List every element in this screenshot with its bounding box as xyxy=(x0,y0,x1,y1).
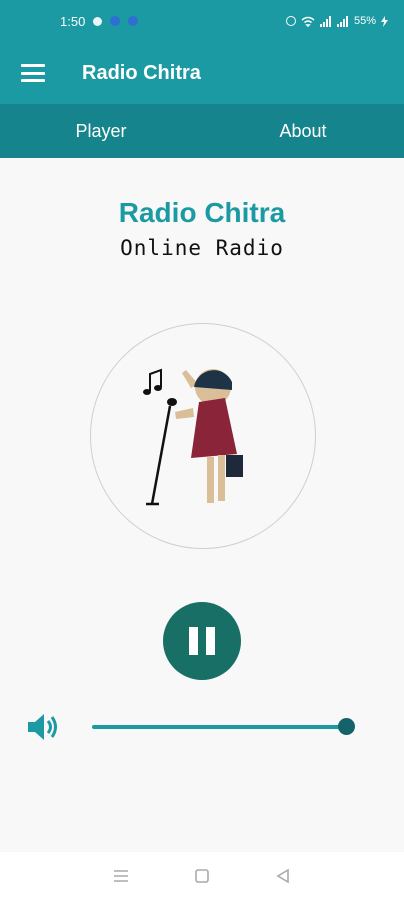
home-icon[interactable] xyxy=(192,866,212,886)
bluetooth-icon xyxy=(128,16,139,26)
recents-icon[interactable] xyxy=(111,866,131,886)
station-artwork xyxy=(90,323,316,549)
signal-icon xyxy=(319,15,331,27)
music-note-icon xyxy=(143,368,162,395)
app-title: Radio Chitra xyxy=(82,61,201,84)
volume-slider-thumb[interactable] xyxy=(338,718,355,735)
app-bar: Radio Chitra xyxy=(0,42,404,104)
tab-player[interactable]: Player xyxy=(0,104,202,158)
volume-slider-track[interactable] xyxy=(92,725,349,729)
volume-icon[interactable] xyxy=(26,711,60,743)
status-bar: 1:50 55% xyxy=(0,0,404,42)
alarm-icon xyxy=(285,16,296,26)
tab-about[interactable]: About xyxy=(202,104,404,158)
app-notification-icon xyxy=(110,16,121,26)
back-icon[interactable] xyxy=(273,866,293,886)
charging-icon xyxy=(381,15,388,27)
pause-icon-bar-right xyxy=(206,627,215,655)
battery-level: 55% xyxy=(353,15,376,27)
headphones-icon xyxy=(93,16,103,26)
wifi-icon xyxy=(301,16,315,27)
station-subtitle: Online Radio xyxy=(120,236,284,260)
singer-illustration xyxy=(143,368,243,506)
pause-icon-bar-left xyxy=(189,627,198,655)
pause-button[interactable] xyxy=(163,602,241,680)
tab-bar: Player About xyxy=(0,104,404,158)
signal-icon-2 xyxy=(336,15,348,27)
station-name: Radio Chitra xyxy=(118,197,286,228)
system-nav-bar xyxy=(0,852,404,900)
status-time: 1:50 xyxy=(60,13,86,29)
hamburger-menu-icon[interactable] xyxy=(21,64,45,82)
